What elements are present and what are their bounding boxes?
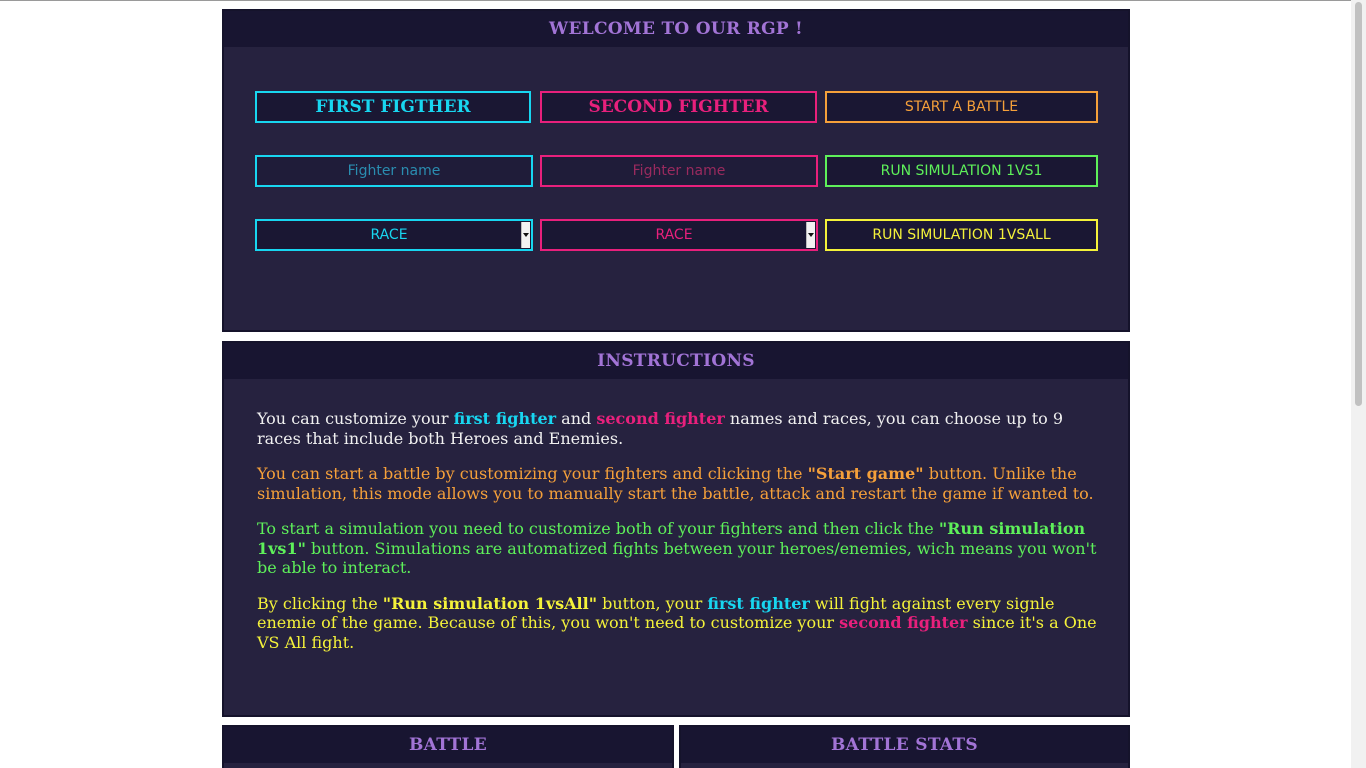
page-scrollbar[interactable] [1351, 0, 1366, 768]
fighter1-name-field [255, 155, 533, 187]
battle-stats-title: BATTLE STATS [681, 727, 1128, 763]
fighter2-race-value: RACE [655, 227, 693, 243]
instructions-paragraph-4: By clicking the "Run simulation 1vsAll" … [257, 593, 1097, 652]
fighter2-race-select[interactable]: RACE [540, 219, 818, 251]
instructions-panel: INSTRUCTIONS You can customize your firs… [222, 341, 1130, 717]
second-fighter-highlight: second fighter [839, 613, 968, 632]
battle-title: BATTLE [224, 727, 672, 763]
chevron-down-icon [806, 222, 815, 248]
fighter1-name-input[interactable] [257, 157, 531, 185]
instructions-paragraph-2: You can start a battle by customizing yo… [257, 464, 1094, 503]
fighter1-race-value: RACE [370, 227, 408, 243]
chevron-down-icon [521, 222, 530, 248]
first-fighter-highlight: first fighter [707, 593, 810, 613]
window-top-border [0, 0, 1366, 1]
second-fighter-highlight: second fighter [596, 409, 725, 428]
instructions-paragraph-3: To start a simulation you need to custom… [257, 519, 1097, 577]
instructions-body: You can customize your first fighter and… [257, 409, 1102, 668]
start-game-highlight: "Start game" [807, 464, 924, 483]
first-fighter-highlight: first fighter [453, 409, 557, 428]
instructions-title: INSTRUCTIONS [224, 343, 1128, 379]
battle-stats-panel: BATTLE STATS [679, 725, 1130, 768]
second-fighter-button[interactable]: SECOND FIGHTER [540, 91, 817, 123]
scrollbar-thumb[interactable] [1355, 2, 1362, 406]
welcome-title: WELCOME TO OUR RGP ! [224, 11, 1128, 47]
battle-panel: BATTLE [222, 725, 674, 768]
fighter1-race-select[interactable]: RACE [255, 219, 533, 251]
instructions-paragraph-1: You can customize your first fighter and… [257, 409, 1064, 448]
fighter2-name-input[interactable] [542, 157, 816, 185]
welcome-panel: WELCOME TO OUR RGP ! FIRST FIGTHER SECON… [222, 9, 1130, 332]
first-fighter-button[interactable]: FIRST FIGTHER [255, 91, 531, 123]
run-1vsall-highlight: "Run simulation 1vsAll" [382, 593, 598, 613]
fighter2-name-field [540, 155, 818, 187]
run-simulation-1vsall-button[interactable]: RUN SIMULATION 1VSALL [825, 219, 1098, 251]
start-battle-button[interactable]: START A BATTLE [825, 91, 1098, 123]
run-simulation-1vs1-button[interactable]: RUN SIMULATION 1VS1 [825, 155, 1098, 187]
